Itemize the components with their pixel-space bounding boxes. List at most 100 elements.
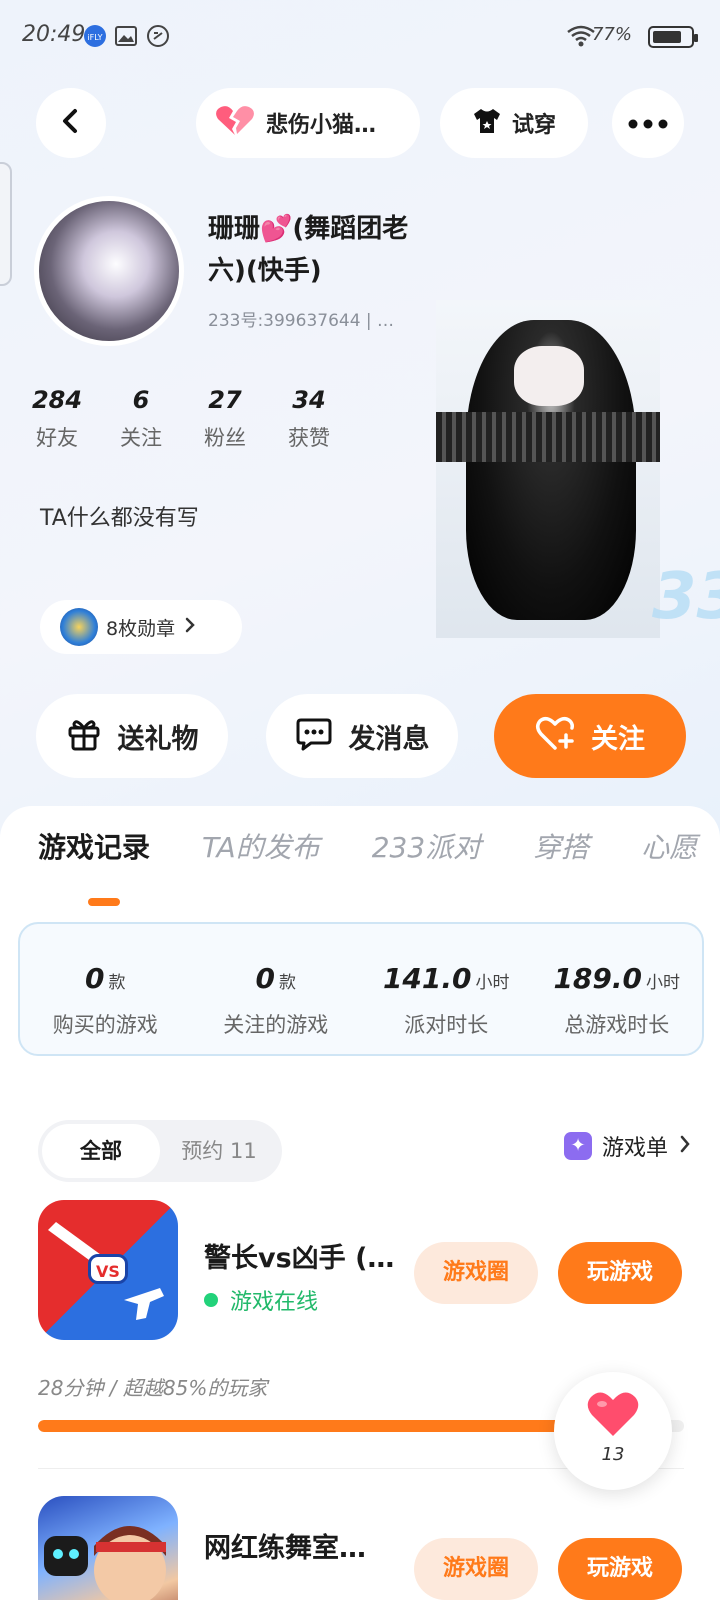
stat-likes-value: 34 [292, 386, 326, 414]
battery-icon [648, 26, 698, 48]
battery-percent: 77% [591, 24, 632, 45]
stat-likes[interactable]: 34 获赞 [282, 386, 336, 452]
summary-label: 总游戏时长 [564, 1013, 670, 1037]
filter-reserved[interactable]: 预约 11 [160, 1124, 278, 1178]
heart-plus-icon [535, 716, 575, 756]
tab-posts[interactable]: TA的发布 [202, 826, 320, 866]
tab-233-party[interactable]: 233派对 [372, 826, 481, 866]
summary-unit: 小时 [475, 973, 510, 993]
stat-following[interactable]: 6 关注 [114, 386, 168, 452]
try-on-label: 试穿 [511, 113, 556, 138]
game-summary-card: 0款 购买的游戏 0款 关注的游戏 141.0 小时 派对时长 189.0 小时 总… [18, 922, 704, 1056]
active-tab-indicator [88, 898, 120, 906]
sparkle-icon: ✦ [563, 1132, 592, 1160]
summary-total-time[interactable]: 189.0 小时 总游戏时长 [532, 924, 703, 1054]
profile-stats: 284 好友 6 关注 27 粉丝 34 获赞 [30, 386, 336, 452]
sync-icon [146, 24, 172, 48]
summary-value: 141.0 [382, 962, 472, 995]
badges-label: 8枚勋章 [106, 617, 176, 640]
tab-wishes[interactable]: 心愿 [641, 826, 697, 866]
floating-like-button[interactable]: 13 [554, 1372, 672, 1490]
summary-followed[interactable]: 0款 关注的游戏 [191, 924, 362, 1054]
stat-friends-label: 好友 [36, 426, 78, 450]
summary-unit: 小时 [646, 973, 681, 993]
summary-label: 派对时长 [404, 1013, 489, 1037]
game-title: 警长vs凶手 (… [204, 1243, 395, 1274]
decorative-33-graphic: 33 [652, 560, 720, 634]
game-icon-sheriff-vs-killer[interactable]: VS [38, 1200, 178, 1340]
play-game-button[interactable]: 玩游戏 [558, 1538, 682, 1600]
chevron-right-icon [183, 616, 197, 638]
summary-label: 关注的游戏 [223, 1013, 329, 1037]
like-count: 13 [601, 1444, 625, 1465]
battery-level-fill [653, 31, 681, 43]
summary-value: 0 [85, 962, 105, 995]
more-button[interactable] [612, 88, 684, 158]
chevron-right-icon [678, 1134, 692, 1158]
stat-friends[interactable]: 284 好友 [30, 386, 84, 452]
game-title: 网红练舞室… [204, 1533, 366, 1564]
send-gift-label: 送礼物 [117, 723, 199, 755]
chat-bubble-icon [295, 716, 333, 756]
stat-fans-value: 27 [208, 386, 242, 414]
status-bar: 20:49 iFLY 77% [0, 0, 720, 72]
mood-label: 悲伤小猫… [266, 113, 377, 138]
game-circle-button[interactable]: 游戏圈 [414, 1538, 538, 1600]
shirt-icon [472, 107, 502, 139]
follow-label: 关注 [591, 723, 645, 755]
heart-icon [554, 1390, 672, 1442]
play-game-button[interactable]: 玩游戏 [558, 1242, 682, 1304]
gallery-icon [114, 24, 140, 48]
gift-icon [66, 716, 102, 756]
broken-heart-icon [214, 105, 256, 141]
profile-tabs: 游戏记录 TA的发布 233派对 穿搭 心愿 [38, 826, 697, 866]
chevron-left-icon [57, 107, 85, 139]
more-dots-icon [628, 114, 668, 133]
vs-badge: VS [88, 1254, 128, 1284]
badges-button[interactable]: 8枚勋章 [40, 600, 242, 654]
stat-following-value: 6 [132, 386, 150, 414]
send-message-button[interactable]: 发消息 [266, 694, 458, 778]
try-on-button[interactable]: 试穿 [440, 88, 588, 158]
profile-username: 珊珊💕(舞蹈团老六)(快手) [208, 214, 409, 286]
tab-outfits[interactable]: 穿搭 [533, 826, 589, 866]
summary-label: 购买的游戏 [52, 1013, 158, 1037]
game-circle-button[interactable]: 游戏圈 [414, 1242, 538, 1304]
summary-unit: 款 [278, 973, 296, 993]
game-filter-segment: 全部 预约 11 [38, 1120, 282, 1182]
game-progress-fill [38, 1420, 588, 1432]
tab-game-records[interactable]: 游戏记录 [38, 826, 150, 866]
filter-all[interactable]: 全部 [42, 1124, 160, 1178]
game-online-status: 游戏在线 [204, 1284, 318, 1316]
stat-fans[interactable]: 27 粉丝 [198, 386, 252, 452]
follow-button[interactable]: 关注 [494, 694, 686, 778]
profile-bio: TA什么都没有写 [40, 506, 199, 531]
side-drawer-handle[interactable] [0, 162, 12, 286]
send-gift-button[interactable]: 送礼物 [36, 694, 228, 778]
avatar[interactable] [34, 196, 184, 346]
avatar-3d-character[interactable] [436, 300, 660, 638]
mood-status-button[interactable]: 悲伤小猫… [196, 88, 420, 158]
summary-party-time[interactable]: 141.0 小时 派对时长 [361, 924, 532, 1054]
summary-unit: 款 [108, 973, 126, 993]
ifly-icon: iFLY [82, 24, 108, 48]
online-label: 游戏在线 [230, 1290, 319, 1315]
profile-uid[interactable]: 233号:399637644 | … [208, 306, 394, 331]
svg-text:iFLY: iFLY [87, 33, 102, 42]
game-playtime-meta: 28分钟 / 超越85%的玩家 [38, 1376, 268, 1400]
stat-following-label: 关注 [120, 426, 162, 450]
game-list-link[interactable]: ✦ 游戏单 [563, 1130, 692, 1162]
badge-medal-icon [60, 608, 98, 646]
back-button[interactable] [36, 88, 106, 158]
stat-friends-value: 284 [31, 386, 83, 414]
summary-value: 189.0 [553, 962, 643, 995]
online-dot-icon [204, 1293, 218, 1307]
game-list-label: 游戏单 [601, 1136, 668, 1161]
stat-fans-label: 粉丝 [204, 426, 246, 450]
summary-value: 0 [255, 962, 275, 995]
send-message-label: 发消息 [348, 723, 430, 755]
status-time: 20:49 [22, 22, 86, 47]
stat-likes-label: 获赞 [288, 426, 330, 450]
summary-purchased[interactable]: 0款 购买的游戏 [20, 924, 191, 1054]
game-icon-dance-studio[interactable] [38, 1496, 178, 1600]
